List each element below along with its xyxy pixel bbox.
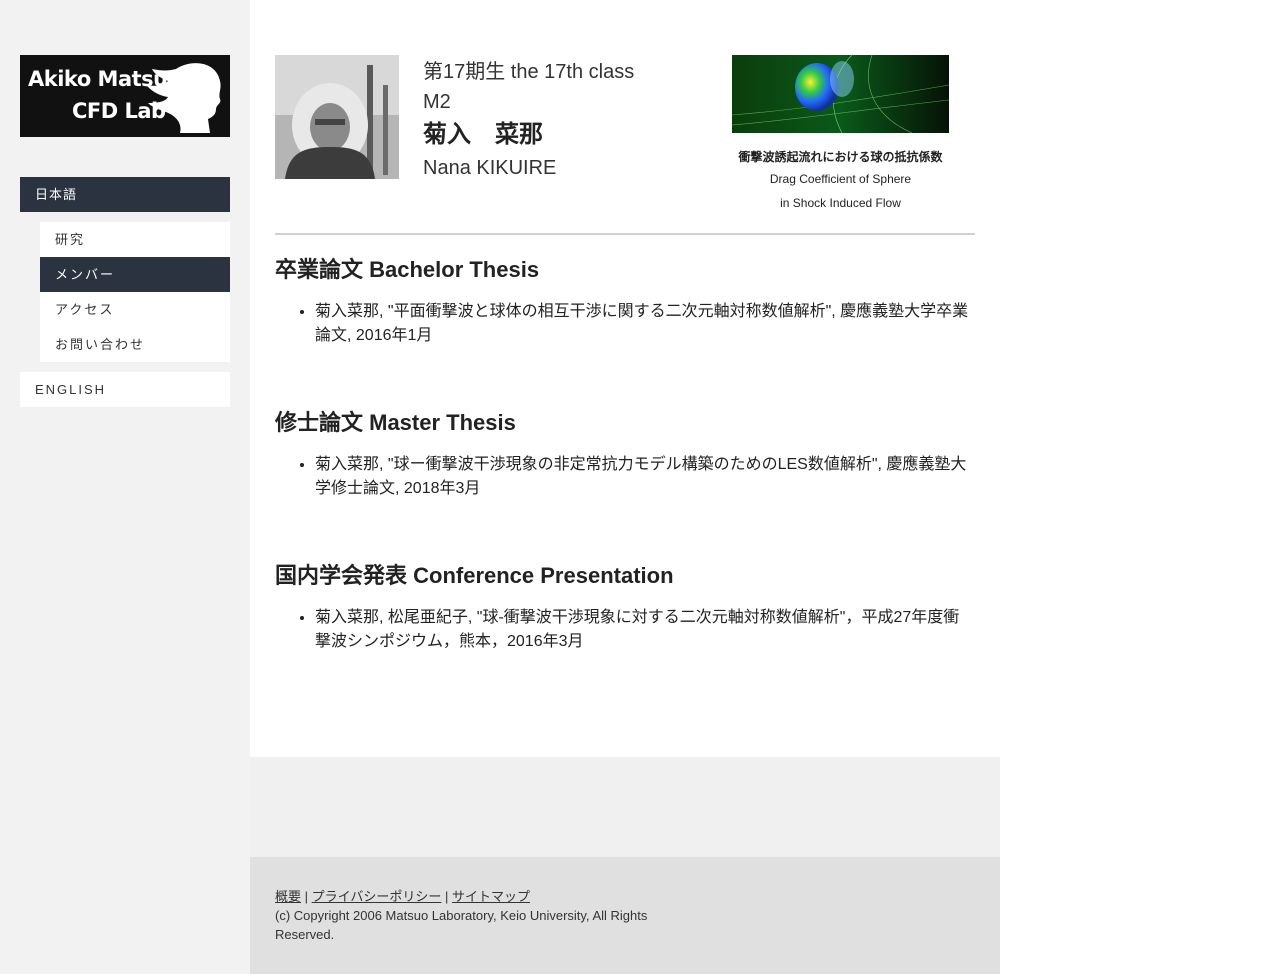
member-photo-image bbox=[275, 55, 399, 179]
list-item: 菊入菜那, "球ー衝撃波干渉現象の非定常抗力モデル構築のためのLES数値解析",… bbox=[315, 453, 975, 501]
sidebar: Akiko Matsuo CFD Lab 日本語 研究 メンバー アクセス お問… bbox=[0, 0, 250, 974]
research-figure-image bbox=[732, 55, 949, 133]
publication-list: 菊入菜那, "球ー衝撃波干渉現象の非定常抗力モデル構築のためのLES数値解析",… bbox=[275, 453, 975, 501]
figure-caption-japanese: 衝撃波誘起流れにおける球の抵抗係数 bbox=[738, 150, 943, 164]
figure-caption-english-2: in Shock Induced Flow bbox=[780, 196, 901, 210]
nav-item-access[interactable]: アクセス bbox=[40, 292, 230, 327]
footer-separator: | bbox=[445, 889, 449, 904]
footer-separator: | bbox=[304, 889, 309, 904]
nav-english[interactable]: ENGLISH bbox=[20, 372, 230, 407]
list-item: 菊入菜那, "平面衝撃波と球体の相互干渉に関する二次元軸対称数値解析", 慶應義… bbox=[315, 300, 975, 348]
nav-japanese[interactable]: 日本語 bbox=[20, 177, 230, 212]
section-title: 国内学会発表 Conference Presentation bbox=[275, 563, 674, 588]
publication-list: 菊入菜那, 松尾亜紀子, "球-衝撃波干渉現象に対する二次元軸対称数値解析"，平… bbox=[275, 606, 975, 654]
member-info: 第17期生 the 17th class M2 菊入 菜那 Nana KIKUI… bbox=[423, 57, 703, 183]
footer-link-sitemap[interactable]: サイトマップ bbox=[452, 889, 530, 904]
footer-link-privacy[interactable]: プライバシーポリシー bbox=[312, 889, 442, 904]
footer: 概要 | プライバシーポリシー | サイトマップ (c) Copyright 2… bbox=[250, 857, 1000, 974]
footer-link-overview[interactable]: 概要 bbox=[275, 889, 301, 904]
nav-item-members[interactable]: メンバー bbox=[40, 257, 230, 292]
section-bachelor-thesis: 卒業論文 Bachelor Thesis 菊入菜那, "平面衝撃波と球体の相互干… bbox=[275, 255, 975, 348]
member-name-japanese: 菊入 菜那 bbox=[423, 121, 543, 148]
profile-silhouette-icon bbox=[146, 63, 221, 133]
section-master-thesis: 修士論文 Master Thesis 菊入菜那, "球ー衝撃波干渉現象の非定常抗… bbox=[275, 408, 975, 501]
copyright: (c) Copyright 2006 Matsuo Laboratory, Ke… bbox=[275, 908, 648, 942]
divider bbox=[275, 233, 975, 235]
footer-links: 概要 | プライバシーポリシー | サイトマップ bbox=[275, 887, 975, 906]
section-title: 卒業論文 Bachelor Thesis bbox=[275, 257, 540, 282]
figure-caption-english-1: Drag Coefficient of Sphere bbox=[769, 172, 912, 186]
nav-item-contact[interactable]: お問い合わせ bbox=[40, 327, 230, 362]
member-grade: M2 bbox=[423, 91, 451, 113]
sub-navigation: 研究 メンバー アクセス お問い合わせ bbox=[40, 222, 230, 362]
section-conference-presentation: 国内学会発表 Conference Presentation 菊入菜那, 松尾亜… bbox=[275, 561, 975, 654]
section-title: 修士論文 Master Thesis bbox=[275, 410, 516, 435]
research-figure: 衝撃波誘起流れにおける球の抵抗係数 Drag Coefficient of Sp… bbox=[732, 55, 949, 215]
member-photo bbox=[275, 55, 399, 179]
footer-spacer bbox=[250, 757, 1000, 857]
nav-item-research[interactable]: 研究 bbox=[40, 222, 230, 257]
member-class: 第17期生 the 17th class bbox=[423, 61, 635, 83]
list-item: 菊入菜那, 松尾亜紀子, "球-衝撃波干渉現象に対する二次元軸対称数値解析"，平… bbox=[315, 606, 975, 654]
publication-list: 菊入菜那, "平面衝撃波と球体の相互干渉に関する二次元軸対称数値解析", 慶應義… bbox=[275, 300, 975, 348]
member-name-english: Nana KIKUIRE bbox=[423, 157, 557, 179]
lab-logo[interactable]: Akiko Matsuo CFD Lab bbox=[20, 55, 230, 137]
